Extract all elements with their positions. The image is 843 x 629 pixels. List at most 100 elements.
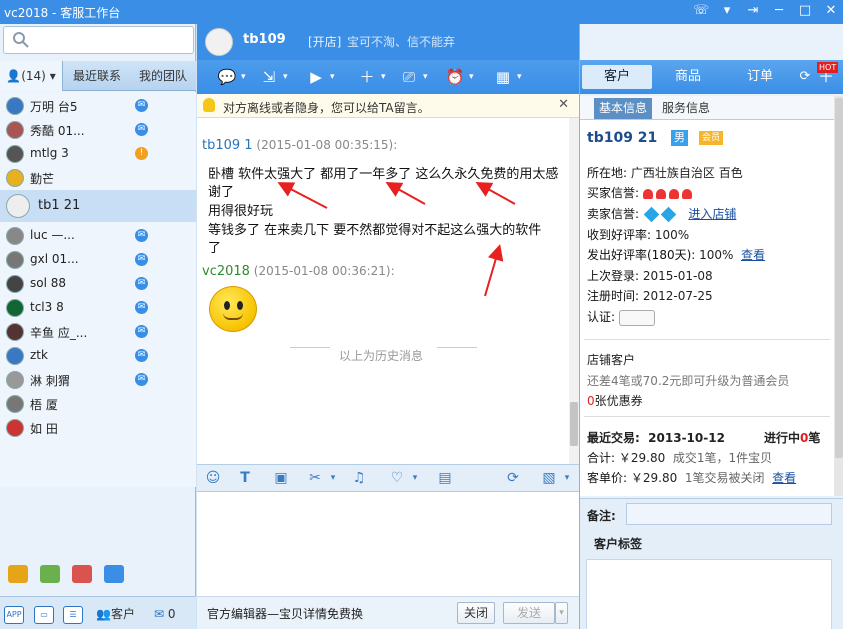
avatar[interactable]	[205, 28, 233, 56]
pin-icon[interactable]: ⇥	[745, 3, 761, 19]
list-item[interactable]: 梧 厦	[0, 392, 196, 416]
list-item[interactable]: sol 88 ✉	[0, 272, 196, 296]
minimize-icon[interactable]: ─	[771, 3, 787, 19]
list-item[interactable]: gxl 01... ✉	[0, 248, 196, 272]
history-divider-text: 以上为历史消息	[339, 349, 424, 363]
chevron-down-icon[interactable]: ▾	[469, 68, 479, 86]
tags-area[interactable]	[586, 559, 832, 629]
right-tabs: 客户 商品 订单 ⟳ ＋ HOT	[580, 60, 843, 94]
chevron-down-icon[interactable]: ▾	[381, 68, 391, 86]
buyer-credit-row: 买家信誉:	[587, 184, 695, 201]
chat-history-icon[interactable]: ⟳	[503, 469, 523, 487]
avg-amount: ￥29.80	[630, 471, 678, 485]
scrollbar[interactable]	[569, 118, 579, 464]
phone-icon[interactable]: ☏	[693, 3, 709, 19]
scrollbar-thumb[interactable]	[570, 402, 578, 446]
chevron-down-icon[interactable]: ▾	[283, 68, 293, 86]
store-icon[interactable]	[72, 565, 92, 583]
tab-orders[interactable]: 订单	[732, 65, 788, 89]
arrow	[475, 182, 516, 205]
avatar	[6, 275, 24, 293]
list-icon[interactable]: ☰	[63, 603, 83, 625]
heart-icon[interactable]: ♡	[387, 469, 407, 487]
font-icon[interactable]: T	[235, 469, 255, 487]
service-icon[interactable]	[104, 565, 124, 583]
chevron-down-icon[interactable]: ▾	[330, 68, 340, 86]
chevron-down-icon[interactable]: ▾	[719, 3, 735, 19]
view-link[interactable]: 查看	[741, 248, 765, 262]
promo-link[interactable]: 官方编辑器—宝贝详情免费换	[207, 605, 363, 622]
chevron-down-icon[interactable]: ▾	[323, 469, 343, 487]
video-icon[interactable]: ▶	[304, 66, 328, 88]
offline-notice: 对方离线或者隐身，您可以给TA留言。 ✕	[197, 94, 579, 118]
list-item[interactable]: 勤芒	[0, 166, 196, 190]
maximize-icon[interactable]: □	[797, 3, 813, 19]
enter-shop-link[interactable]: 进入店铺	[688, 207, 736, 221]
gender-badge: 男	[671, 130, 688, 146]
tags-title: 客户标签	[594, 537, 643, 551]
forward-icon[interactable]: ⇲	[257, 66, 281, 88]
search-input[interactable]	[3, 26, 194, 54]
emoji-icon[interactable]: ☺	[203, 469, 223, 487]
tab-products[interactable]: 商品	[658, 65, 718, 89]
tab-basic-info[interactable]: 基本信息	[594, 98, 653, 119]
chat-header: tb109 [开店] 宝可不淘、信不能弃	[197, 24, 579, 60]
record-icon[interactable]: ▧	[539, 469, 559, 487]
calculator-icon[interactable]: ▤	[435, 469, 455, 487]
window-title: vc2018 - 客服工作台	[4, 6, 121, 20]
app-button[interactable]: APP	[4, 603, 24, 625]
customer-button[interactable]: 👥客户	[96, 603, 135, 625]
list-item[interactable]: 如 田	[0, 416, 196, 440]
send-button[interactable]: 发送	[503, 602, 555, 624]
list-item[interactable]: 秀酷 01... ✉	[0, 118, 196, 142]
customer-name: tb109 21	[587, 130, 658, 146]
mail-button[interactable]: ✉ 0	[154, 603, 176, 625]
message-header: tb109 1 (2015-01-08 00:35:15):	[202, 138, 397, 153]
list-item[interactable]: 万明 台5 ✉	[0, 94, 196, 118]
remarks-input[interactable]	[626, 503, 832, 525]
store-manage-icon[interactable]: ▭	[34, 603, 54, 625]
chevron-down-icon[interactable]: ▾	[405, 469, 425, 487]
certification-icon[interactable]	[618, 309, 655, 326]
list-item[interactable]: ztk ✉	[0, 344, 196, 368]
chevron-down-icon[interactable]: ▾	[517, 68, 527, 86]
message-input[interactable]	[197, 492, 579, 596]
list-item[interactable]: mtlg 3!	[0, 142, 196, 166]
calendar-add-icon[interactable]: ▦	[491, 66, 515, 88]
close-icon[interactable]: ✕	[823, 3, 839, 19]
view-link[interactable]: 查看	[772, 471, 796, 485]
shop-icon[interactable]	[8, 565, 28, 583]
close-button[interactable]: 关闭	[457, 602, 495, 624]
left-bottom-bar: APP ▭ ☰ 👥客户 ✉ 0	[0, 596, 196, 629]
vip-badge: 会员	[699, 131, 724, 145]
image-icon[interactable]: ▣	[271, 469, 291, 487]
chat-bubble-icon[interactable]: 💬	[215, 66, 239, 88]
chevron-down-icon[interactable]: ▾	[423, 68, 433, 86]
tab-service-info[interactable]: 服务信息	[657, 98, 715, 119]
send-options-chevron-icon[interactable]: ▾	[555, 602, 568, 624]
chevron-down-icon[interactable]: ▾	[557, 469, 577, 487]
goods-icon[interactable]	[40, 565, 60, 583]
shop-tag[interactable]: [开店]	[308, 33, 341, 50]
tab-team[interactable]: 我的团队	[132, 61, 194, 91]
close-icon[interactable]: ✕	[558, 97, 569, 112]
screen-share-icon[interactable]: ⎚	[397, 66, 421, 88]
tab-recent[interactable]: 最近联系	[66, 61, 128, 91]
refresh-icon[interactable]: ⟳	[798, 65, 812, 89]
alarm-icon[interactable]: ⏰	[443, 66, 467, 88]
bell-icon[interactable]: ♫	[349, 469, 369, 487]
list-item[interactable]: 淋 刺猬 ✉	[0, 368, 196, 392]
contact-name: ztk	[30, 348, 48, 362]
list-item[interactable]: 辛鱼 应_... ✉	[0, 320, 196, 344]
message-header: vc2018 (2015-01-08 00:36:21):	[202, 264, 395, 279]
list-item[interactable]: tcl3 8 ✉	[0, 296, 196, 320]
list-item[interactable]: luc —... ✉	[0, 224, 196, 248]
add-chat-icon[interactable]: ＋	[355, 66, 379, 88]
list-item-selected[interactable]: tb1 21	[0, 190, 196, 222]
chevron-down-icon[interactable]: ▾	[241, 68, 251, 86]
tab-customer[interactable]: 客户	[582, 65, 652, 89]
scrollbar-thumb[interactable]	[835, 98, 843, 458]
scissors-icon[interactable]: ✂	[305, 469, 325, 487]
tab-contacts[interactable]: 👤(14) ▾	[0, 61, 63, 91]
scrollbar[interactable]	[834, 96, 843, 496]
